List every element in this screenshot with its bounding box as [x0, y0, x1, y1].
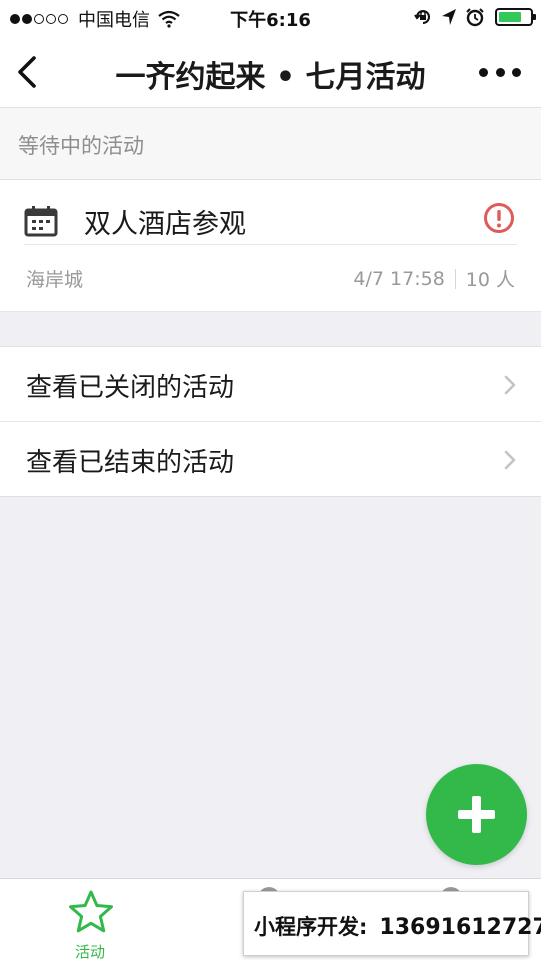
view-closed-activities-link[interactable]: 查看已关闭的活动: [0, 347, 541, 421]
tab-activities[interactable]: 活动: [40, 885, 140, 960]
battery-level: [499, 12, 521, 22]
section-title-pending: 等待中的活动: [18, 134, 144, 158]
activity-datetime: 4/7 17:58: [353, 267, 445, 290]
nav-bar: 一齐约起来 • 七月活动: [0, 36, 541, 108]
alarm-icon: [466, 8, 484, 27]
watermark-banner: 小程序开发: 13691612727: [243, 891, 541, 956]
add-activity-button[interactable]: [426, 764, 527, 865]
more-dots-icon[interactable]: [479, 60, 521, 84]
location-arrow-icon: [442, 9, 456, 25]
link-label: 查看已关闭的活动: [26, 373, 235, 403]
activity-title: 双人酒店参观: [84, 209, 246, 240]
battery-icon: [495, 8, 536, 26]
activity-card[interactable]: 双人酒店参观 海岸城 4/7 17:58 10 人: [0, 180, 541, 312]
watermark-phone: 13691612727: [379, 915, 541, 940]
rotation-lock-icon: [414, 10, 430, 24]
activity-meta: 4/7 17:58 10 人: [353, 265, 515, 292]
alert-icon: [484, 203, 514, 233]
app-screen: 中国电信 下午6:16 一齐约起来 • 七月活动 等待中的活动 双人酒店参观 海…: [0, 0, 541, 960]
chevron-right-icon: [504, 375, 516, 395]
link-label: 查看已结束的活动: [26, 448, 235, 478]
meta-divider: [454, 268, 456, 289]
tab-label: 活动: [74, 943, 105, 960]
archive-link-list: 查看已关闭的活动 查看已结束的活动: [0, 346, 541, 497]
activity-participants: 10 人: [465, 269, 515, 291]
chevron-right-icon: [504, 450, 516, 470]
activity-location: 海岸城: [26, 269, 84, 291]
calendar-icon: [24, 206, 58, 237]
view-ended-activities-link[interactable]: 查看已结束的活动: [0, 421, 541, 496]
card-divider: [24, 244, 517, 245]
watermark-text: 小程序开发: 13691612727: [254, 911, 541, 941]
status-bar: 中国电信 下午6:16: [0, 0, 541, 36]
star-icon: [69, 890, 113, 933]
page-title: 一齐约起来 • 七月活动: [115, 60, 426, 95]
status-right: [405, 7, 536, 27]
plus-icon: [458, 796, 495, 833]
watermark-label: 小程序开发:: [254, 915, 368, 939]
section-header: 等待中的活动: [0, 108, 541, 180]
